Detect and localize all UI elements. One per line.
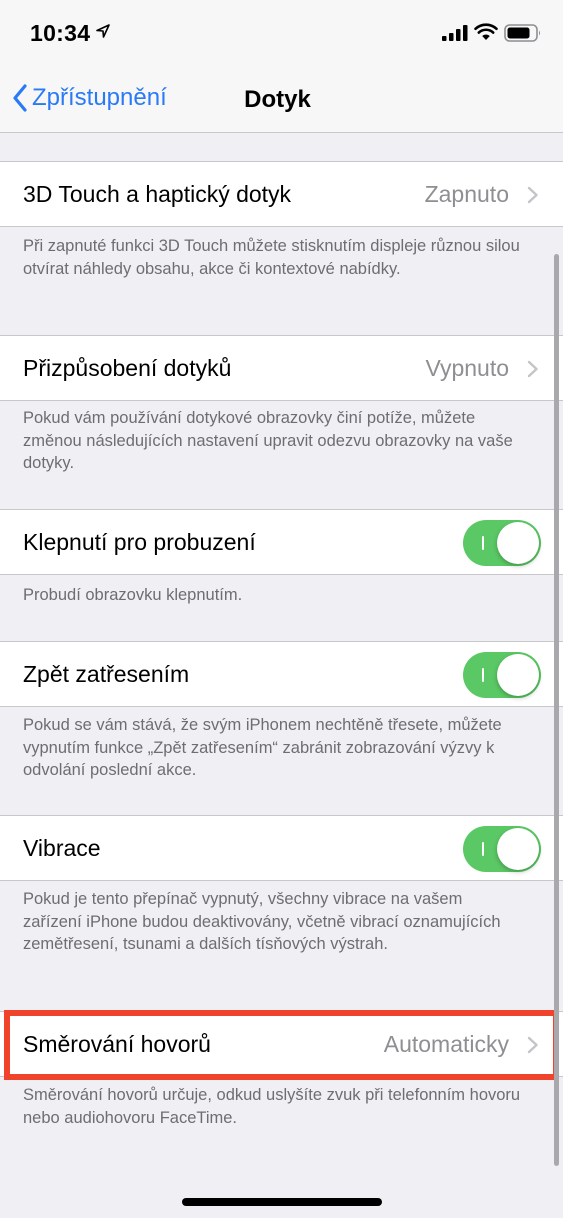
page-title: Dotyk: [0, 86, 563, 114]
setting-value: Zapnuto: [424, 181, 509, 207]
toggle-on-mark: [482, 536, 484, 550]
setting-label: 3D Touch a haptický dotyk: [23, 181, 292, 207]
setting-footer-vibration: Pokud je tento přepínač vypnutý, všechny…: [23, 890, 501, 953]
home-indicator[interactable]: [182, 1198, 382, 1206]
status-bar: 10:34: [0, 0, 563, 66]
vibration-toggle[interactable]: [463, 826, 541, 872]
navigation-bar: Zpřístupnění Dotyk: [0, 66, 563, 133]
setting-footer-touch-accommodations: Pokud vám používání dotykové obrazovky č…: [23, 409, 513, 472]
toggle-on-mark: [482, 668, 484, 682]
setting-value: Automaticky: [383, 1031, 509, 1057]
setting-footer-shake-to-undo: Pokud se vám stává, že svým iPhonem nech…: [23, 716, 502, 779]
page-title-text: Dotyk: [244, 86, 311, 113]
scrollbar[interactable]: [554, 254, 559, 1166]
cellular-signal-icon: [442, 25, 468, 41]
setting-row-call-audio-routing[interactable]: Směrování hovorů Automaticky: [0, 1011, 563, 1077]
wifi-icon: [474, 23, 498, 40]
setting-footer-3d-touch: Při zapnuté funkci 3D Touch můžete stisk…: [23, 237, 520, 278]
setting-label: Klepnutí pro probuzení: [23, 529, 256, 555]
toggle-knob: [497, 654, 539, 696]
toggle-knob: [497, 522, 539, 564]
battery-icon: [504, 24, 540, 42]
setting-label: Přizpůsobení dotyků: [23, 355, 232, 381]
setting-label: Vibrace: [23, 835, 101, 861]
setting-row-tap-to-wake: Klepnutí pro probuzení: [0, 509, 563, 575]
toggle-knob: [497, 828, 539, 870]
setting-value: Vypnuto: [425, 355, 509, 381]
status-time: 10:34: [30, 20, 91, 46]
tap-to-wake-toggle[interactable]: [463, 520, 541, 566]
chevron-right-icon: [527, 186, 538, 204]
setting-row-touch-accommodations[interactable]: Přizpůsobení dotyků Vypnuto: [0, 335, 563, 401]
location-arrow-icon: [96, 24, 110, 38]
setting-label: Zpět zatřesením: [23, 661, 190, 687]
toggle-on-mark: [482, 842, 484, 856]
setting-row-vibration: Vibrace: [0, 815, 563, 881]
setting-row-3d-touch[interactable]: 3D Touch a haptický dotyk Zapnuto: [0, 161, 563, 227]
setting-footer-tap-to-wake: Probudí obrazovku klepnutím.: [23, 586, 243, 604]
shake-to-undo-toggle[interactable]: [463, 652, 541, 698]
setting-footer-call-audio-routing: Směrování hovorů určuje, odkud uslyšíte …: [23, 1086, 521, 1127]
setting-row-shake-to-undo: Zpět zatřesením: [0, 641, 563, 707]
chevron-right-icon: [527, 360, 538, 378]
chevron-right-icon: [527, 1036, 538, 1054]
setting-label: Směrování hovorů: [23, 1031, 211, 1057]
